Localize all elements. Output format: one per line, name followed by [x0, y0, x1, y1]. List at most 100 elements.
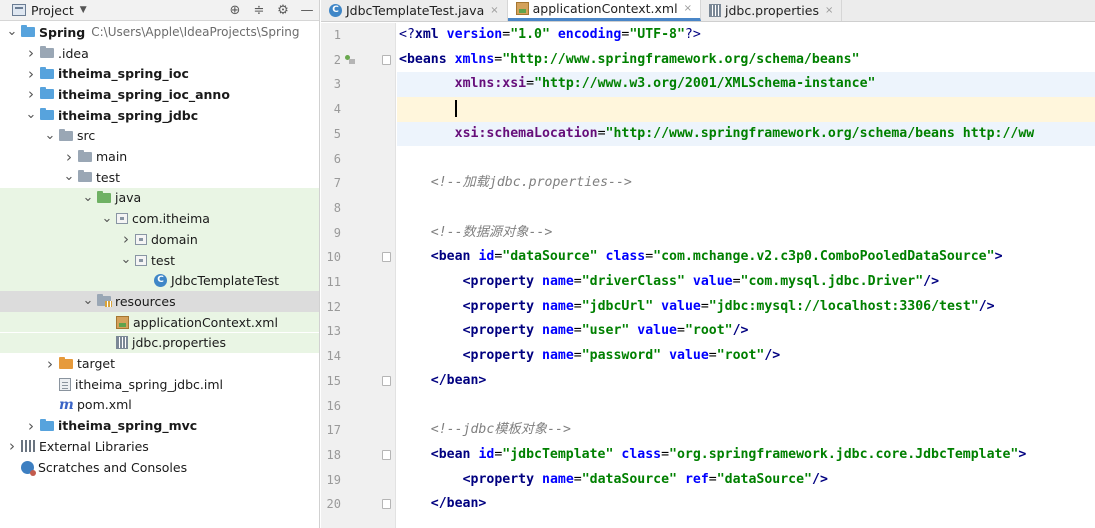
chevron-right-icon[interactable]: › — [25, 418, 37, 433]
gutter-line: 18 — [321, 443, 396, 468]
chevron-right-icon[interactable]: › — [6, 439, 18, 454]
tree-item-label: itheima_spring_jdbc.iml — [75, 376, 224, 392]
code-token: "user" — [581, 323, 638, 339]
tree-item[interactable]: ›mpom.xml — [0, 395, 319, 416]
tree-item[interactable]: ›itheima_spring_jdbc.iml — [0, 374, 319, 395]
tree-item[interactable]: ⌄ java — [0, 187, 319, 209]
gear-icon[interactable]: ⚙ — [271, 3, 295, 18]
code-line[interactable]: <property name="jdbcUrl" value="jdbc:mys… — [397, 295, 1095, 320]
tree-item-label: resources — [115, 293, 176, 309]
tree-item-path: C:\Users\Apple\IdeaProjects\Spring — [91, 25, 300, 40]
code-token: value — [669, 348, 709, 364]
code-line[interactable]: <!--数据源对象--> — [397, 221, 1095, 246]
code-token: = — [573, 471, 582, 487]
code-line[interactable]: xmlns:xsi="http://www.w3.org/2001/XMLSch… — [397, 72, 1095, 98]
chevron-right-icon[interactable]: › — [25, 46, 37, 61]
xml-file-icon — [515, 2, 529, 15]
tree-item[interactable]: ⌄ test — [0, 249, 319, 271]
chevron-down-icon[interactable]: ▼ — [80, 5, 87, 15]
editor-code-area[interactable]: <?xml version="1.0" encoding="UTF-8"?> <b… — [397, 23, 1095, 528]
code-line[interactable]: <property name="dataSource" ref="dataSou… — [397, 468, 1095, 493]
library-icon — [21, 440, 35, 453]
chevron-right-icon[interactable]: › — [25, 87, 37, 102]
chevron-down-icon[interactable]: ⌄ — [63, 170, 75, 183]
code-line[interactable]: <property name="user" value="root"/> — [397, 319, 1095, 344]
code-line[interactable] — [397, 147, 1095, 172]
collapse-all-icon[interactable]: ≑ — [247, 3, 271, 18]
code-token: name — [542, 298, 574, 314]
spring-bean-icon[interactable] — [345, 54, 356, 65]
tab-applicationcontext-xml[interactable]: applicationContext.xml × — [507, 0, 701, 21]
tree-item[interactable]: › itheima_spring_ioc_anno — [0, 84, 319, 105]
tree-item[interactable]: ⌄ Spring C:\Users\Apple\IdeaProjects\Sprin… — [0, 22, 319, 43]
tree-item[interactable]: › itheima_spring_ioc — [0, 63, 319, 84]
code-line[interactable] — [397, 196, 1095, 221]
tree-item[interactable]: ⌄ resources — [0, 291, 319, 312]
text-caret — [454, 99, 457, 117]
folder-icon — [78, 170, 92, 183]
code-token: "jdbcUrl" — [581, 298, 662, 314]
code-line[interactable]: <bean id="dataSource" class="com.mchange… — [397, 245, 1095, 270]
folder-icon — [40, 66, 54, 79]
fold-marker-icon[interactable] — [382, 375, 391, 386]
tree-item[interactable]: › main — [0, 146, 319, 167]
gutter-line: 1 — [321, 23, 396, 48]
chevron-down-icon[interactable]: ⌄ — [44, 129, 56, 142]
tree-item[interactable]: ⌄ itheima_spring_jdbc — [0, 105, 319, 126]
close-icon[interactable]: × — [684, 3, 692, 14]
tree-item[interactable]: › domain — [0, 229, 319, 250]
code-line[interactable]: <beans xmlns="http://www.springframework… — [397, 48, 1095, 73]
chevron-right-icon[interactable]: › — [44, 356, 56, 371]
code-line[interactable] — [397, 97, 1095, 122]
chevron-right-icon[interactable]: › — [63, 149, 75, 164]
gutter-line: 4 — [321, 97, 396, 122]
code-line[interactable]: <bean id="jdbcTemplate" class="org.sprin… — [397, 443, 1095, 468]
chevron-right-icon[interactable]: › — [120, 232, 132, 247]
chevron-right-icon[interactable]: › — [25, 66, 37, 81]
chevron-down-icon[interactable]: ⌄ — [6, 25, 18, 38]
code-line[interactable]: </bean> — [397, 492, 1095, 517]
close-icon[interactable]: × — [490, 5, 498, 16]
line-number: 7 — [333, 176, 341, 191]
code-line[interactable]: <?xml version="1.0" encoding="UTF-8"?> — [397, 23, 1095, 48]
tree-item-label: domain — [151, 231, 198, 247]
tree-item[interactable]: ›Scratches and Consoles — [0, 457, 319, 478]
project-panel-title[interactable]: Project — [31, 3, 74, 18]
fold-marker-icon[interactable] — [382, 449, 391, 460]
code-line[interactable] — [397, 394, 1095, 419]
tab-jdbc-properties[interactable]: jdbc.properties × — [701, 0, 843, 21]
tree-item-label: itheima_spring_mvc — [58, 418, 198, 434]
tree-item[interactable]: ›jdbc.properties — [0, 332, 319, 354]
code-line[interactable]: </bean> — [397, 369, 1095, 394]
tree-item[interactable]: ›CJdbcTemplateTest — [0, 270, 319, 292]
tree-item[interactable]: › target — [0, 353, 319, 374]
chevron-down-icon[interactable]: ⌄ — [120, 253, 132, 266]
code-token: "org.springframework.jdbc.core.JdbcTempl… — [669, 446, 1019, 462]
chevron-down-icon[interactable]: ⌄ — [82, 294, 94, 307]
fold-marker-icon[interactable] — [382, 252, 391, 263]
tree-item[interactable]: › External Libraries — [0, 436, 319, 457]
tree-item[interactable]: › .idea — [0, 43, 319, 64]
tree-item[interactable]: ⌄ com.itheima — [0, 208, 319, 229]
code-editor[interactable]: 1 2 3 4 5 6 7 8 9 10 11 12 13 14 15 16 17 18 19 20 <?xml ve… — [321, 23, 1095, 528]
tree-item[interactable]: ⌄ test — [0, 167, 319, 188]
close-icon[interactable]: × — [825, 5, 833, 16]
tree-item[interactable]: ⌄ src — [0, 126, 319, 147]
chevron-down-icon[interactable]: ⌄ — [25, 108, 37, 121]
code-line[interactable]: <!--加载jdbc.properties--> — [397, 171, 1095, 196]
locate-icon[interactable]: ⊕ — [223, 3, 247, 18]
fold-marker-icon[interactable] — [382, 54, 391, 65]
code-line[interactable]: <!--jdbc模板对象--> — [397, 418, 1095, 443]
hide-icon[interactable]: — — [295, 3, 319, 18]
code-token: "dataSource" — [716, 471, 812, 487]
fold-marker-icon[interactable] — [382, 499, 391, 510]
code-token: id — [478, 249, 495, 265]
tree-item[interactable]: › itheima_spring_mvc — [0, 415, 319, 436]
chevron-down-icon[interactable]: ⌄ — [82, 191, 94, 204]
code-line[interactable]: <property name="password" value="root"/> — [397, 344, 1095, 369]
code-line[interactable]: <property name="driverClass" value="com.… — [397, 270, 1095, 295]
code-line[interactable]: xsi:schemaLocation="http://www.springfra… — [397, 121, 1095, 147]
tab-jdbctemplatetest-java[interactable]: C JdbcTemplateTest.java × — [321, 0, 508, 21]
tree-item[interactable]: ›applicationContext.xml — [0, 311, 319, 333]
chevron-down-icon[interactable]: ⌄ — [101, 212, 113, 225]
